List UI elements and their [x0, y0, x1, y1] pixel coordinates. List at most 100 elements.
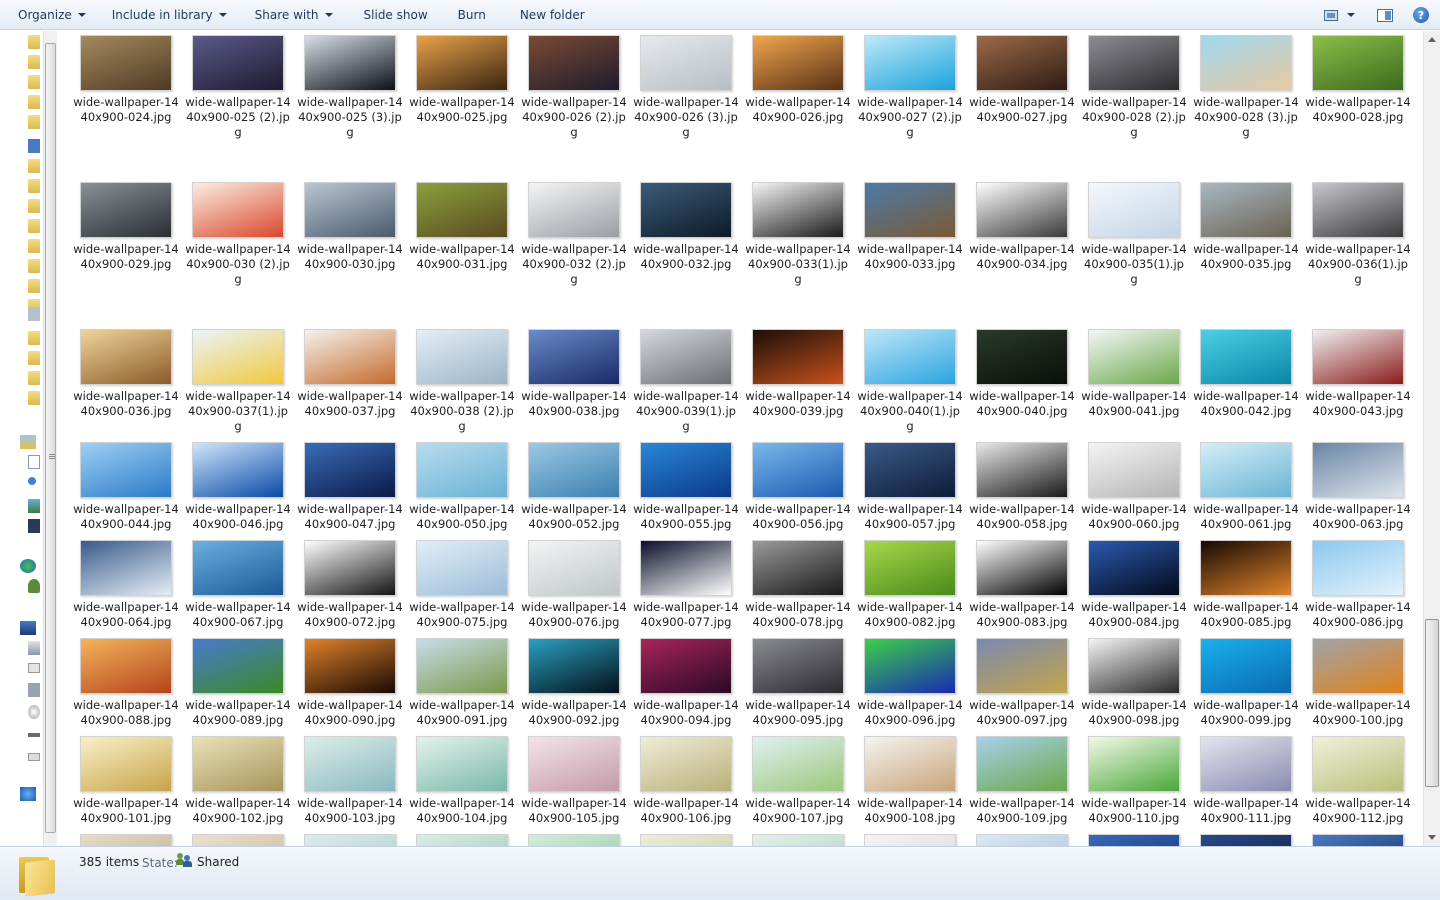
file-item[interactable]: wide-wallpaper-1440x900-027 (2).jpg [856, 35, 964, 140]
pictures-library-icon[interactable] [28, 499, 40, 513]
file-item[interactable]: wide-wallpaper-1440x900-031.jpg [408, 182, 516, 272]
file-item[interactable]: wide-wallpaper-1440x900-039.jpg [744, 329, 852, 419]
file-item[interactable]: wide-wallpaper-1440x900-082.jpg [856, 540, 964, 630]
file-item[interactable]: wide-wallpaper-1440x900-102.jpg [184, 736, 292, 826]
file-item[interactable]: wide-wallpaper-1440x900-086.jpg [1304, 540, 1412, 630]
share-with-button[interactable]: Share with [246, 0, 342, 30]
file-item[interactable]: wide-wallpaper-1440x900-104.jpg [408, 736, 516, 826]
network-folder-icon[interactable] [28, 307, 40, 321]
folder-icon[interactable] [28, 279, 40, 293]
file-item[interactable]: wide-wallpaper-1440x900-032 (2).jpg [520, 182, 628, 287]
file-item[interactable]: wide-wallpaper-1440x900-038.jpg [520, 329, 628, 419]
file-item[interactable]: wide-wallpaper-1440x900-085.jpg [1192, 540, 1300, 630]
file-item[interactable]: wide-wallpaper-1440x900-032.jpg [632, 182, 740, 272]
file-item[interactable]: wide-wallpaper-1440x900-028 (2).jpg [1080, 35, 1188, 140]
homegroup-icon[interactable] [20, 559, 36, 573]
scroll-up-button[interactable] [1424, 31, 1440, 48]
file-item[interactable]: wide-wallpaper-1440x900-107.jpg [744, 736, 852, 826]
burn-button[interactable]: Burn [449, 0, 495, 30]
file-item[interactable]: wide-wallpaper-1440x900-030.jpg [296, 182, 404, 272]
folder-icon[interactable] [28, 179, 40, 193]
file-item[interactable]: wide-wallpaper-1440x900-039(1).jpg [632, 329, 740, 434]
file-item[interactable]: wide-wallpaper-1440x900-098.jpg [1080, 638, 1188, 728]
file-item[interactable]: wide-wallpaper-1440x900-092.jpg [520, 638, 628, 728]
file-item[interactable]: wide-wallpaper-1440x900-101.jpg [72, 736, 180, 826]
file-item[interactable]: wide-wallpaper-1440x900-096.jpg [856, 638, 964, 728]
file-item[interactable]: wide-wallpaper-1440x900-110.jpg [1080, 736, 1188, 826]
file-item[interactable]: wide-wallpaper-1440x900-064.jpg [72, 540, 180, 630]
file-item[interactable]: wide-wallpaper-1440x900-089.jpg [184, 638, 292, 728]
file-thumbnail[interactable] [80, 834, 172, 846]
organize-button[interactable]: Organize [9, 0, 95, 30]
folder-icon[interactable] [28, 351, 40, 365]
folder-icon[interactable] [28, 159, 40, 173]
local-disk-icon[interactable] [28, 641, 40, 655]
file-item[interactable]: wide-wallpaper-1440x900-037(1).jpg [184, 329, 292, 434]
file-item[interactable]: wide-wallpaper-1440x900-025.jpg [408, 35, 516, 125]
drive-icon[interactable] [28, 683, 40, 697]
folder-icon[interactable] [28, 75, 40, 89]
folder-icon[interactable] [28, 95, 40, 109]
file-item[interactable]: wide-wallpaper-1440x900-055.jpg [632, 442, 740, 532]
file-item[interactable]: wide-wallpaper-1440x900-038 (2).jpg [408, 329, 516, 434]
file-item[interactable]: wide-wallpaper-1440x900-030 (2).jpg [184, 182, 292, 287]
file-item[interactable]: wide-wallpaper-1440x900-097.jpg [968, 638, 1076, 728]
file-thumbnail[interactable] [416, 834, 508, 846]
file-item[interactable]: wide-wallpaper-1440x900-063.jpg [1304, 442, 1412, 532]
picture-folder-icon[interactable] [28, 139, 40, 153]
file-item[interactable]: wide-wallpaper-1440x900-105.jpg [520, 736, 628, 826]
folder-icon[interactable] [28, 391, 40, 405]
preview-pane-button[interactable] [1372, 0, 1398, 30]
file-thumbnail[interactable] [976, 834, 1068, 846]
new-folder-button[interactable]: New folder [511, 0, 594, 30]
dvd-drive-icon[interactable] [28, 705, 40, 719]
file-item[interactable]: wide-wallpaper-1440x900-033.jpg [856, 182, 964, 272]
file-item[interactable]: wide-wallpaper-1440x900-108.jpg [856, 736, 964, 826]
file-item[interactable]: wide-wallpaper-1440x900-088.jpg [72, 638, 180, 728]
file-item[interactable]: wide-wallpaper-1440x900-109.jpg [968, 736, 1076, 826]
file-item[interactable]: wide-wallpaper-1440x900-103.jpg [296, 736, 404, 826]
file-item[interactable]: wide-wallpaper-1440x900-077.jpg [632, 540, 740, 630]
file-item[interactable]: wide-wallpaper-1440x900-072.jpg [296, 540, 404, 630]
scroll-down-button[interactable] [1424, 829, 1440, 846]
file-thumbnail[interactable] [640, 834, 732, 846]
file-item[interactable]: wide-wallpaper-1440x900-036(1).jpg [1304, 182, 1412, 287]
file-item[interactable]: wide-wallpaper-1440x900-042.jpg [1192, 329, 1300, 419]
file-item[interactable]: wide-wallpaper-1440x900-094.jpg [632, 638, 740, 728]
file-item[interactable]: wide-wallpaper-1440x900-095.jpg [744, 638, 852, 728]
file-thumbnail[interactable] [1088, 834, 1180, 846]
file-item[interactable]: wide-wallpaper-1440x900-083.jpg [968, 540, 1076, 630]
file-thumbnail[interactable] [1200, 834, 1292, 846]
file-item[interactable]: wide-wallpaper-1440x900-112.jpg [1304, 736, 1412, 826]
file-item[interactable]: wide-wallpaper-1440x900-035(1).jpg [1080, 182, 1188, 287]
file-item[interactable]: wide-wallpaper-1440x900-046.jpg [184, 442, 292, 532]
file-item[interactable]: wide-wallpaper-1440x900-091.jpg [408, 638, 516, 728]
file-item[interactable]: wide-wallpaper-1440x900-026.jpg [744, 35, 852, 125]
drive-icon[interactable] [28, 753, 40, 761]
file-item[interactable]: wide-wallpaper-1440x900-111.jpg [1192, 736, 1300, 826]
file-item[interactable]: wide-wallpaper-1440x900-084.jpg [1080, 540, 1188, 630]
file-item[interactable]: wide-wallpaper-1440x900-035.jpg [1192, 182, 1300, 272]
file-item[interactable]: wide-wallpaper-1440x900-099.jpg [1192, 638, 1300, 728]
file-list-scrollbar[interactable] [1423, 31, 1440, 846]
folder-icon[interactable] [28, 199, 40, 213]
file-item[interactable]: wide-wallpaper-1440x900-076.jpg [520, 540, 628, 630]
include-in-library-button[interactable]: Include in library [103, 0, 236, 30]
folder-icon[interactable] [28, 331, 40, 345]
file-item[interactable]: wide-wallpaper-1440x900-029.jpg [72, 182, 180, 272]
user-icon[interactable] [28, 579, 40, 593]
file-item[interactable]: wide-wallpaper-1440x900-033(1).jpg [744, 182, 852, 287]
file-item[interactable]: wide-wallpaper-1440x900-024.jpg [72, 35, 180, 125]
file-item[interactable]: wide-wallpaper-1440x900-026 (3).jpg [632, 35, 740, 140]
change-view-button[interactable] [1318, 0, 1344, 30]
file-item[interactable]: wide-wallpaper-1440x900-028 (3).jpg [1192, 35, 1300, 140]
libraries-icon[interactable] [20, 435, 36, 449]
file-item[interactable]: wide-wallpaper-1440x900-047.jpg [296, 442, 404, 532]
folder-icon[interactable] [28, 259, 40, 273]
file-item[interactable]: wide-wallpaper-1440x900-041.jpg [1080, 329, 1188, 419]
navigation-scrollbar[interactable] [43, 31, 57, 846]
file-item[interactable]: wide-wallpaper-1440x900-067.jpg [184, 540, 292, 630]
folder-icon[interactable] [28, 219, 40, 233]
file-item[interactable]: wide-wallpaper-1440x900-061.jpg [1192, 442, 1300, 532]
file-item[interactable]: wide-wallpaper-1440x900-056.jpg [744, 442, 852, 532]
